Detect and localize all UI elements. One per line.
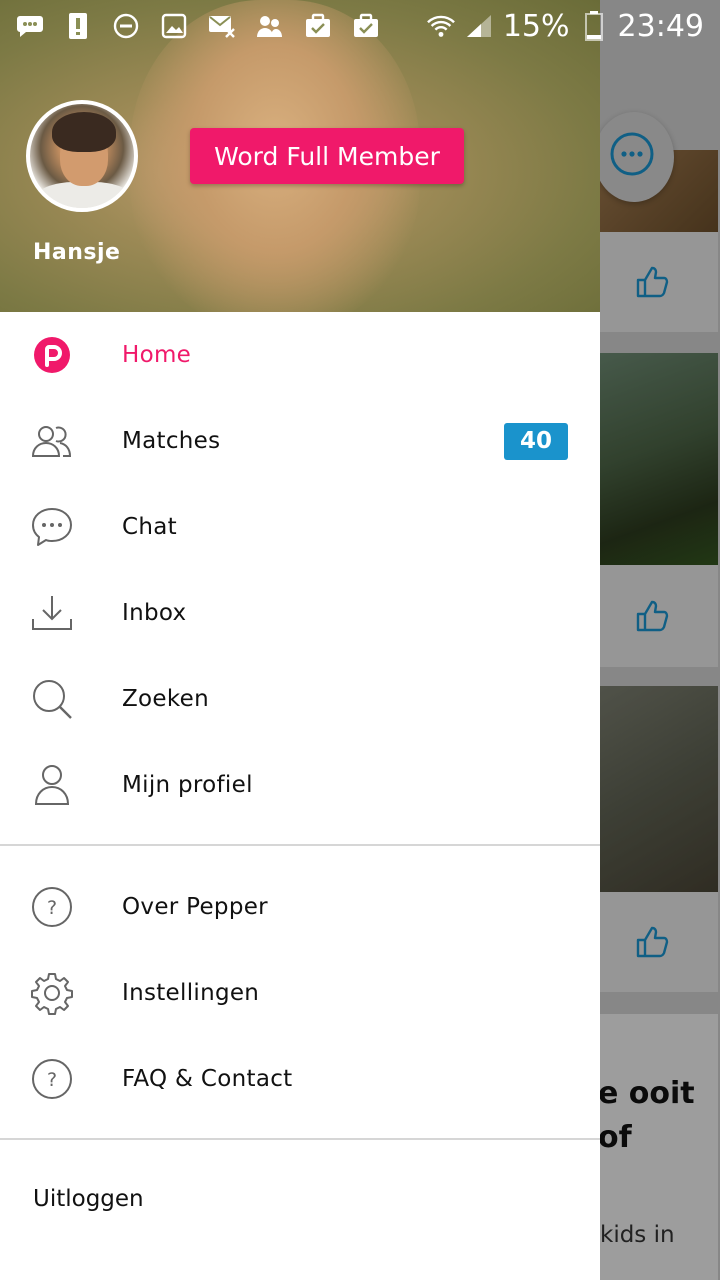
image-icon [160,12,188,40]
alert-icon [64,12,92,40]
menu-item-label: Mijn profiel [122,772,253,798]
drawer-menu-main: Home Matches 40 Chat Inbox Zoeken Mijn p… [0,312,600,828]
menu-item-inbox[interactable]: Inbox [0,570,600,656]
signal-icon [465,12,493,40]
profile-icon [30,763,74,807]
inbox-icon [30,591,74,635]
help-icon: ? [30,885,74,929]
clock: 23:49 [617,8,704,44]
svg-text:?: ? [47,1069,57,1091]
chat-bubble-icon [16,12,44,40]
menu-item-settings[interactable]: Instellingen [0,950,600,1036]
chat-icon [30,505,74,549]
menu-item-faq-contact[interactable]: ? FAQ & Contact [0,1036,600,1122]
drawer-menu-secondary: ? Over Pepper Instellingen ? FAQ & Conta… [0,846,600,1122]
menu-item-label: Instellingen [122,980,260,1006]
logout-label: Uitloggen [33,1186,144,1212]
briefcase-check-icon [352,12,380,40]
battery-icon [580,11,608,41]
search-icon [30,677,74,721]
mail-off-icon [208,12,236,40]
menu-item-over-pepper[interactable]: ? Over Pepper [0,864,600,950]
wifi-icon [426,12,455,40]
battery-percent: 15% [502,8,570,44]
pepper-logo-icon [30,333,74,377]
status-bar: 15% 23:49 [0,0,720,52]
upgrade-full-member-button[interactable]: Word Full Member [190,128,464,184]
menu-item-label: Inbox [122,600,187,626]
svg-text:?: ? [47,897,57,919]
logout-button[interactable]: Uitloggen [0,1140,600,1260]
people-icon [30,419,74,463]
menu-item-search[interactable]: Zoeken [0,656,600,742]
matches-count-badge: 40 [504,422,568,460]
menu-item-label: Over Pepper [122,894,268,920]
avatar[interactable] [26,100,138,212]
profile-name: Hansje [33,240,121,265]
menu-item-chat[interactable]: Chat [0,484,600,570]
menu-item-label: Zoeken [122,686,210,712]
menu-item-label: Chat [122,514,177,540]
briefcase-check-icon [304,12,332,40]
menu-item-matches[interactable]: Matches 40 [0,398,600,484]
help-icon: ? [30,1057,74,1101]
do-not-disturb-icon [112,12,140,40]
menu-item-my-profile[interactable]: Mijn profiel [0,742,600,828]
menu-item-label: Matches [122,428,221,454]
menu-item-home[interactable]: Home [0,312,600,398]
menu-item-label: Home [122,342,192,368]
people-icon [256,12,284,40]
drawer-scrim[interactable] [600,0,720,1280]
gear-icon [30,971,74,1015]
menu-item-label: FAQ & Contact [122,1066,293,1092]
navigation-drawer: Word Full Member Hansje Home Matches 40 … [0,0,600,1280]
